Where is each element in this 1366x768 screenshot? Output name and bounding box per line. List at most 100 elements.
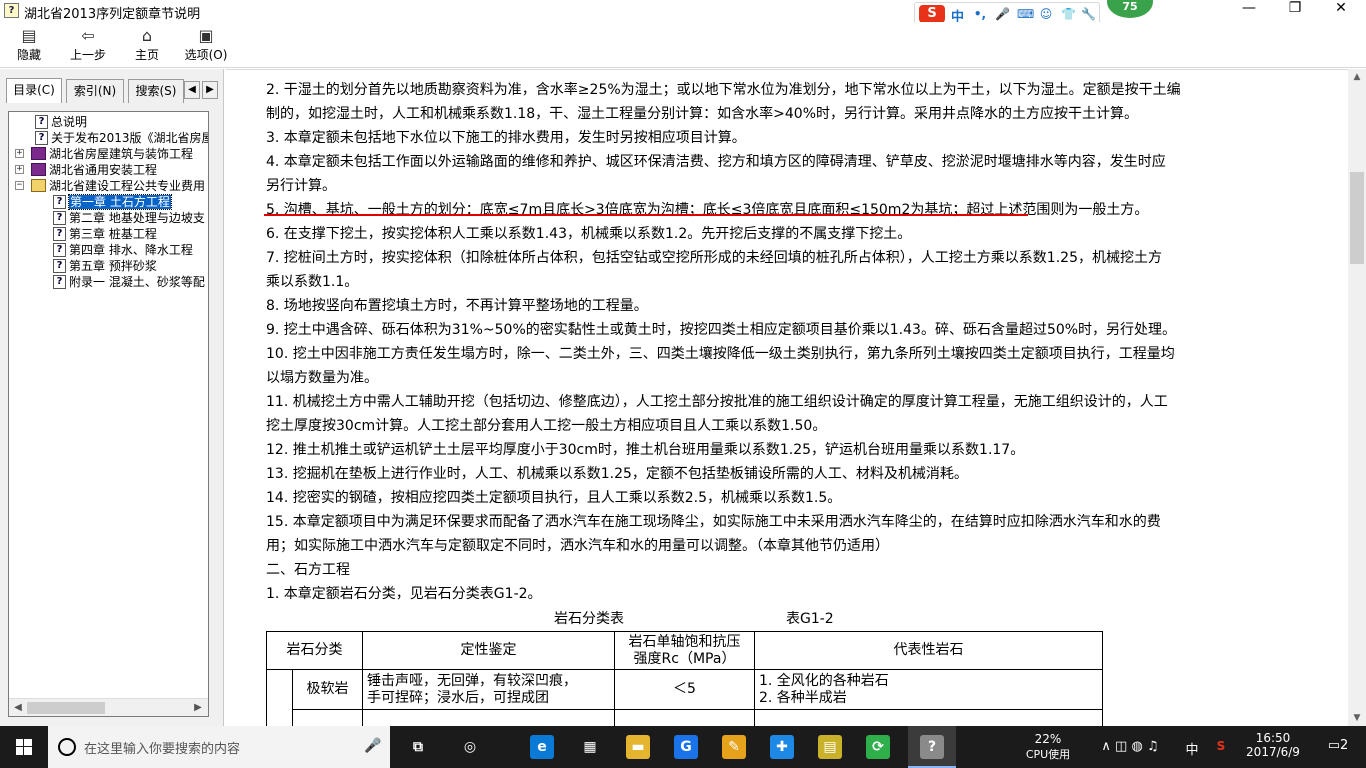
home-button[interactable]: ⌂ 主页 — [128, 24, 166, 66]
hide-button[interactable]: ▤ 隐藏 — [8, 24, 50, 66]
tree-item-appendix-1[interactable]: ? 附录一 混凝土、砂浆等配 — [53, 274, 205, 290]
content-line: 14. 挖密实的钢碴，按相应挖四类土定额项目执行，且人工乘以系数2.5，机械乘以… — [266, 490, 842, 506]
settings-icon[interactable]: 🔧 — [1081, 7, 1096, 21]
system-tray-icons[interactable]: ∧ ◫ ◍ ♫ — [1090, 739, 1170, 768]
taskbar-app-add[interactable]: ✚ — [758, 726, 806, 768]
tab-search[interactable]: 搜索(S) — [128, 79, 184, 103]
expand-toggle-building[interactable]: + — [15, 149, 24, 158]
back-button[interactable]: ⇦ 上一步 — [64, 24, 112, 66]
tree-horizontal-scrollbar[interactable]: ◀ ▶ — [9, 698, 208, 716]
navigation-pane: 目录(C) 索引(N) 搜索(S) ◀ ▶ ? 总说明 ? 关于发布2013版《湖北… — [0, 69, 224, 726]
scroll-left-button[interactable]: ◀ — [11, 701, 25, 715]
tree-item-chapter-2[interactable]: ? 第二章 地基处理与边坡支 — [53, 210, 205, 226]
notification-icon: ▭ — [1327, 738, 1340, 753]
content-vertical-scrollbar[interactable]: ▲ ▼ — [1348, 69, 1366, 726]
taskbar-app-notes[interactable]: ✎ — [710, 726, 758, 768]
close-button[interactable]: ✕ — [1318, 0, 1364, 22]
taskbar-app-help-viewer[interactable]: ? — [908, 726, 956, 768]
help-topic-icon: ? — [53, 275, 66, 289]
expand-toggle-installation[interactable]: + — [15, 165, 24, 174]
tree-item-chapter-1[interactable]: ? 第一章 土石方工程 — [53, 194, 172, 210]
cpu-usage-indicator[interactable]: 22% CPU使用 — [1020, 732, 1076, 768]
content-line: 3. 本章定额未包括地下水位以下施工的排水费用，发生时另按相应项目计算。 — [266, 130, 746, 146]
toolbar: ▤ 隐藏 ⇦ 上一步 ⌂ 主页 ▣ 选项(O) — [0, 22, 1366, 68]
tab-index[interactable]: 索引(N) — [66, 79, 124, 103]
content-line: 挖土厚度按30cm计算。人工挖土部分套用人工挖一般土方相应项目且人工乘以系数1.… — [266, 418, 827, 434]
keyboard-icon[interactable]: ⌨ — [1017, 7, 1034, 21]
punctuation-icon[interactable]: •, — [973, 7, 987, 21]
help-file-icon: ? — [4, 3, 19, 18]
options-button[interactable]: ▣ 选项(O) — [182, 24, 230, 66]
back-label: 上一步 — [69, 48, 106, 62]
search-placeholder: 在这里输入你要搜索的内容 — [84, 742, 241, 757]
notification-center-button[interactable]: ▭2 — [1318, 738, 1358, 768]
scroll-down-button[interactable]: ▼ — [1348, 710, 1366, 726]
task-view-icon: ⧉ — [406, 735, 430, 759]
content-line-highlighted: 5. 沟槽、基坑、一般土方的划分：底宽≤7m且底长>3倍底宽为沟槽；底长≤3倍底… — [266, 202, 1149, 218]
ime-indicator[interactable]: 中 — [1182, 739, 1202, 768]
skin-icon[interactable]: 👕 — [1061, 7, 1076, 21]
taskbar-app-store[interactable]: ▦ — [566, 726, 614, 768]
taskbar-app-360-browser[interactable]: ◎ — [446, 726, 494, 768]
user-icon[interactable]: ☺ — [1039, 7, 1053, 21]
tree-item-public-fees[interactable]: 湖北省建设工程公共专业费用 — [31, 178, 205, 194]
help-topic-icon: ? — [53, 195, 66, 209]
tree-item-chapter-5[interactable]: ? 第五章 预拌砂浆 — [53, 258, 157, 274]
sogou-logo-icon[interactable]: S — [919, 5, 945, 23]
table-cell: 极软岩 — [292, 669, 363, 710]
tree-item-chapter-4[interactable]: ? 第四章 排水、降水工程 — [53, 242, 193, 258]
tab-contents[interactable]: 目录(C) — [6, 78, 62, 103]
taskbar-app-edge[interactable]: e — [518, 726, 566, 768]
tree-item-general-installation[interactable]: 湖北省通用安装工程 — [31, 162, 157, 178]
scroll-up-button[interactable]: ▲ — [1348, 69, 1366, 85]
table-cell: ＜5 — [614, 669, 755, 710]
task-view-button[interactable]: ⧉ — [394, 726, 442, 768]
content-line: 制的，如挖湿土时，人工和机械乘系数1.18，干、湿土工程量分别计算：如含水率>4… — [266, 106, 1139, 122]
microphone-icon[interactable]: 🎤 — [364, 738, 381, 754]
store-icon: ▦ — [578, 735, 602, 759]
taskbar-app-refresh[interactable]: ⟳ — [854, 726, 902, 768]
taskbar-app-google[interactable]: G — [662, 726, 710, 768]
tab-scroll-left-button[interactable]: ◀ — [184, 81, 200, 99]
clock-date: 2017/6/9 — [1246, 745, 1300, 759]
sogou-tray-icon[interactable]: S — [1212, 739, 1230, 768]
home-label: 主页 — [134, 48, 159, 62]
content-line: 另行计算。 — [266, 178, 336, 194]
tree-item-chapter-3[interactable]: ? 第三章 桩基工程 — [53, 226, 157, 242]
edge-icon: e — [530, 735, 554, 759]
clock-time: 16:50 — [1255, 731, 1291, 745]
back-arrow-icon: ⇦ — [81, 26, 95, 45]
header-line: 岩石单轴饱和抗压 — [628, 633, 741, 650]
content-line: 15. 本章定额项目中为满足环保要求而配备了洒水汽车在施工现场降尘，如实际施工中… — [266, 514, 1161, 530]
help-topic-icon: ? — [53, 227, 66, 241]
cpu-percent: 22% — [1034, 732, 1062, 746]
start-button[interactable] — [0, 726, 48, 768]
taskbar-search-box[interactable]: 在这里输入你要搜索的内容 🎤 — [48, 726, 390, 768]
collapse-toggle-public-fees[interactable]: − — [15, 181, 24, 190]
minimize-button[interactable]: — — [1226, 0, 1272, 22]
tree-item-release-notice[interactable]: ? 关于发布2013版《湖北省房屋 — [35, 130, 208, 146]
content-line: 11. 机械挖土方中需人工辅助开挖（包括切边、修整底边），人工挖土部分按批准的施… — [266, 394, 1168, 410]
calendar-icon: ▤ — [818, 735, 842, 759]
tree-item-building-decoration[interactable]: 湖北省房屋建筑与装饰工程 — [31, 146, 193, 162]
taskbar-app-calendar[interactable]: ▤ — [806, 726, 854, 768]
cell-line: 手可捏碎；浸水后，可捏成团 — [367, 689, 549, 706]
rock-classification-table: 岩石分类 定性鉴定 岩石单轴饱和抗压 强度Rc（MPa） 代表性岩石 极软岩 锤… — [266, 631, 1103, 726]
microphone-icon[interactable]: 🎤 — [995, 7, 1010, 21]
maximize-button[interactable]: ❐ — [1272, 0, 1318, 22]
taskbar-app-file-explorer[interactable]: ▬ — [614, 726, 662, 768]
tab-scroll-right-button[interactable]: ▶ — [202, 81, 218, 99]
tree-item-overview[interactable]: ? 总说明 — [35, 114, 87, 130]
scroll-thumb[interactable] — [27, 702, 105, 714]
help-topic-icon: ? — [35, 131, 48, 145]
table-header-row: 岩石分类 定性鉴定 岩石单轴饱和抗压 强度Rc（MPa） 代表性岩石 — [266, 631, 1103, 670]
home-icon: ⌂ — [141, 26, 153, 45]
scroll-right-button[interactable]: ▶ — [191, 701, 205, 715]
content-line: 2. 干湿土的划分首先以地质勘察资料为准，含水率≥25%为湿土；或以地下常水位为… — [266, 82, 1181, 98]
table-header-cell: 代表性岩石 — [754, 631, 1103, 670]
table-row: 极软岩 锤击声哑，无回弹，有较深凹痕， 手可捏碎；浸水后，可捏成团 ＜5 1. … — [266, 669, 1103, 726]
scroll-thumb[interactable] — [1350, 172, 1364, 264]
folder-icon: ▬ — [626, 735, 650, 759]
content-line: 6. 在支撑下挖土，按实挖体积人工乘以系数1.43，机械乘以系数1.2。先开挖后… — [266, 226, 912, 242]
clock[interactable]: 16:50 2017/6/9 — [1238, 731, 1308, 768]
